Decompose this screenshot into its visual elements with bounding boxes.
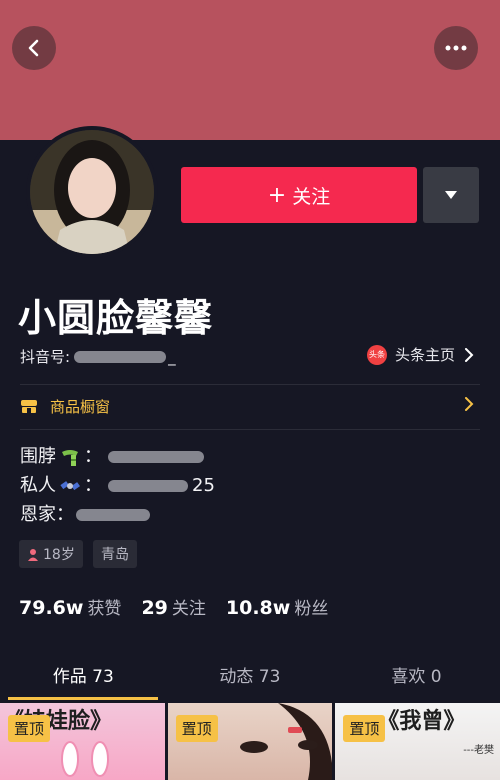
bio-family-label: 恩家：: [20, 504, 74, 525]
bio-line: 恩家：: [20, 500, 215, 529]
followers-label[interactable]: 粉丝: [294, 594, 328, 619]
likes-count: 79.6w: [19, 597, 84, 619]
toutiao-homepage-link[interactable]: 头条 头条主页: [366, 344, 475, 365]
toutiao-label: 头条主页: [394, 346, 455, 364]
thumbnail-caption: 《我曾》: [377, 709, 466, 734]
shop-window-row[interactable]: 商品橱窗: [20, 384, 480, 428]
tab-indicator: [8, 697, 158, 700]
profile-stats: 79.6w 获赞 29 关注 10.8w 粉丝: [19, 594, 348, 619]
video-thumbnail[interactable]: 置顶: [167, 703, 333, 780]
chevron-down-icon: [445, 191, 457, 199]
likes-label: 获赞: [87, 599, 122, 619]
city-tag: 青岛: [93, 540, 137, 568]
profile-tabs: 作品 73 动态 73 喜欢 0: [0, 660, 500, 700]
profile-banner: [0, 0, 500, 140]
bio-sep: ：: [84, 446, 102, 467]
bio-private-label: 私人: [20, 475, 56, 496]
redacted-private: [108, 479, 188, 492]
shop-label: 商品橱窗: [50, 397, 111, 416]
video-grid: 《娃娃脸》 置顶 置顶 《我曾》 ---老樊 置顶: [0, 703, 500, 780]
tab-moments[interactable]: 动态 73: [167, 660, 334, 700]
pinned-badge: 置顶: [343, 715, 386, 742]
video-thumbnail[interactable]: 《我曾》 ---老樊 置顶: [335, 703, 500, 780]
divider: [20, 429, 480, 430]
douyin-id: 抖音号: _: [20, 346, 176, 367]
following-label[interactable]: 关注: [172, 594, 206, 619]
avatar[interactable]: [26, 126, 158, 258]
following-count[interactable]: 29: [141, 597, 167, 619]
bio: 围脖 ： 私人 ： 25 恩家：: [20, 442, 215, 529]
tab-works[interactable]: 作品 73: [0, 660, 167, 700]
username: 小圆脸馨馨: [18, 296, 214, 340]
bio-private-suffix: 25: [192, 475, 215, 496]
chevron-right-icon: [465, 397, 474, 411]
follow-label: 关注: [292, 185, 331, 208]
age-label: 18岁: [43, 547, 75, 563]
chevron-right-icon: [465, 347, 474, 362]
back-button[interactable]: [12, 26, 56, 70]
bio-weibo-label: 围脖: [20, 446, 56, 467]
video-thumbnail[interactable]: 《娃娃脸》 置顶: [0, 703, 165, 780]
redacted-family: [76, 508, 150, 521]
toutiao-icon: 头条: [366, 344, 387, 365]
person-icon: [28, 548, 38, 561]
avatar-image: [30, 130, 154, 254]
pinned-badge: 置顶: [175, 715, 218, 742]
age-tag: 18岁: [19, 540, 83, 568]
bio-line: 围脖 ：: [20, 442, 215, 471]
douyin-id-label: 抖音号:: [20, 348, 71, 366]
bio-sep: ：: [84, 475, 102, 496]
redacted-id: [74, 350, 167, 363]
shop-icon: [21, 400, 37, 413]
satellite-emoji: [60, 480, 80, 490]
follow-button[interactable]: + 关注: [181, 167, 417, 223]
douyin-id-suffix: _: [168, 347, 176, 366]
followers-count[interactable]: 10.8w: [226, 597, 290, 619]
plus-icon: +: [267, 182, 287, 208]
pinned-badge: 置顶: [8, 715, 51, 742]
back-icon: [28, 39, 39, 57]
tab-likes[interactable]: 喜欢 0: [333, 660, 500, 700]
city-label: 青岛: [101, 547, 129, 563]
more-button[interactable]: [434, 26, 478, 70]
redacted-weibo: [108, 450, 204, 463]
recommend-dropdown-button[interactable]: [423, 167, 479, 223]
bunny-ears-graphic: [61, 741, 109, 777]
more-icon: [445, 45, 467, 51]
thumbnail-subcaption: ---老樊: [463, 745, 495, 756]
bio-line: 私人 ： 25: [20, 471, 215, 500]
scarf-emoji: [62, 449, 78, 466]
